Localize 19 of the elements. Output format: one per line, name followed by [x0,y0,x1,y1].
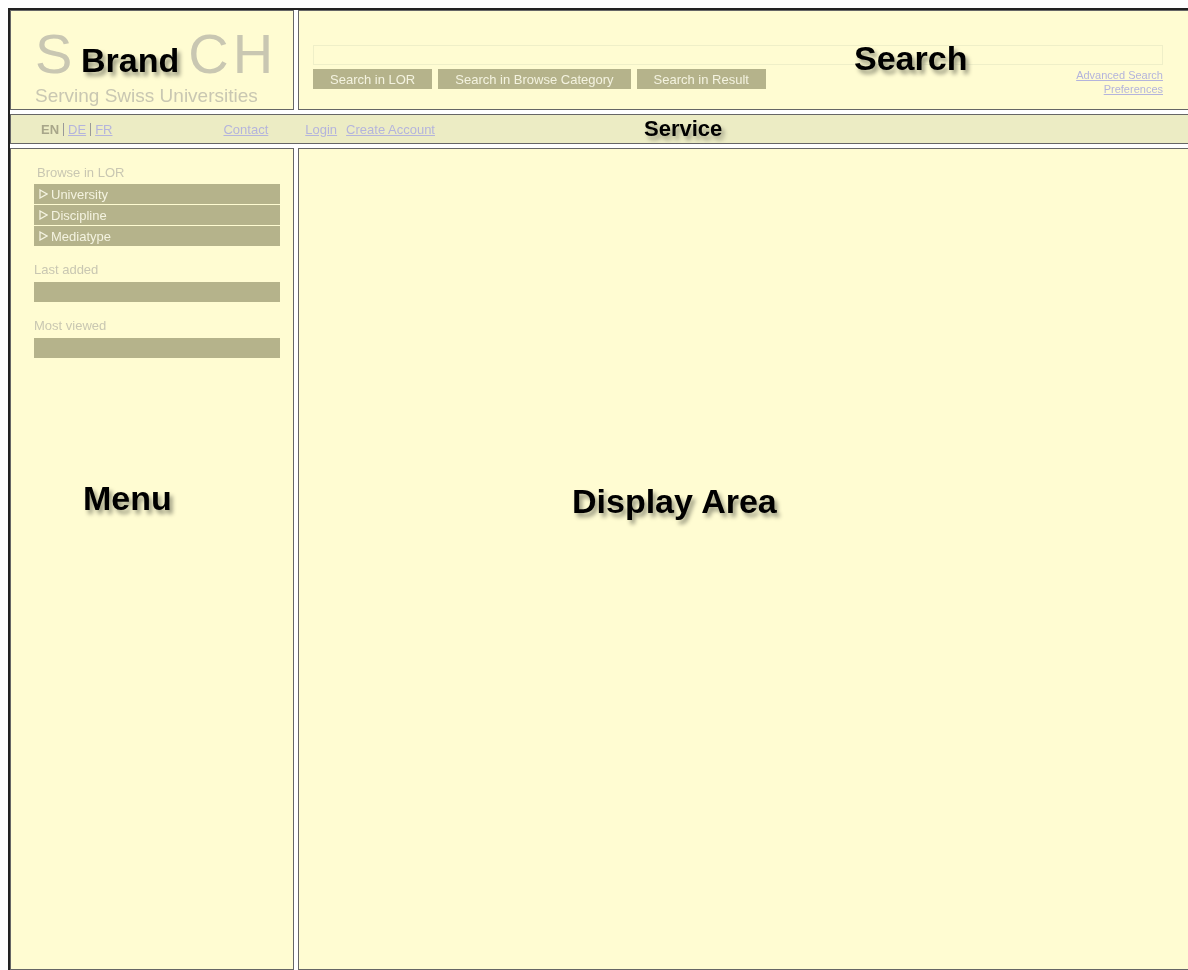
language-link[interactable]: FR [91,121,117,137]
language-link[interactable]: DE [64,121,91,137]
account-link[interactable]: Create Account [346,121,435,137]
category-item[interactable]: Mediatype [34,226,280,246]
search-button[interactable]: Search in Result [636,69,766,89]
link[interactable]: Advanced Search [1076,69,1163,81]
account-link[interactable]: Login [305,121,338,137]
search-button[interactable]: Search in LOR [313,69,433,89]
region-label: Brand [81,41,180,80]
region-label: Service [644,116,723,142]
link[interactable]: Preferences [1103,83,1163,95]
language-link[interactable]: EN [41,121,64,137]
region-label: Display Area [572,482,777,521]
category-item[interactable]: University [34,184,280,204]
region-label: Search [854,39,968,78]
category-item[interactable]: Discipline [34,205,280,225]
contact-link[interactable]: Contact [223,121,269,137]
search-button[interactable]: Search in Browse Category [438,69,631,89]
region-label: Menu [83,479,172,518]
